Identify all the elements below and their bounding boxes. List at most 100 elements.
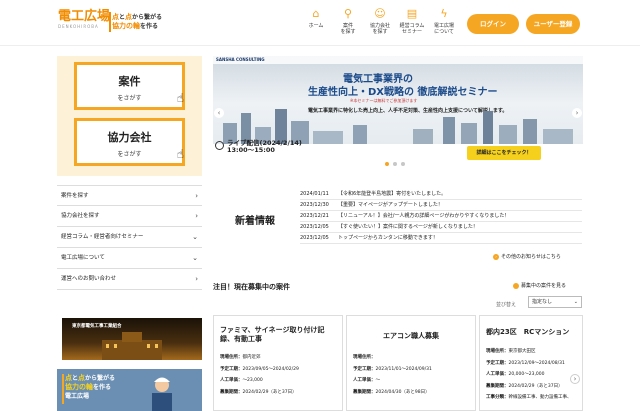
association-banner[interactable]: 東京都電気工事工業組合 — [62, 318, 202, 360]
news-item[interactable]: 2023/12/05 【すぐ使いたい！】案件に関するページが新しくなりました！ — [300, 222, 582, 233]
nav-column[interactable]: ▤ 経営コラム セミナー — [396, 8, 428, 42]
news-item[interactable]: 2023/12/05 トップページからカンタンに移動できます！ — [300, 233, 582, 244]
news-date: 2023/12/05 — [300, 224, 329, 230]
search-icon: ⚲ — [343, 7, 353, 20]
news-heading: 新着情報 — [235, 216, 275, 227]
carousel-dot[interactable] — [401, 162, 405, 166]
field-value: 2023/11/01～2024/09/31 — [375, 366, 432, 372]
recruiting-link-label: 募集中の案件を見る — [521, 283, 567, 289]
job-card[interactable]: ファミマ、サイネージ取り付け記録、有動工事 現場住所：都内近郊 予定工期：202… — [213, 315, 343, 411]
job-field: 現場住所：都内近郊 — [220, 352, 338, 364]
denko-hiroba-promo[interactable]: 点と点から繋がる 協力の輪を作る 電工広場 — [57, 369, 202, 411]
job-field: 現場住所： — [353, 352, 471, 364]
nav-about[interactable]: ϟ 電工広場 について — [428, 8, 460, 42]
carousel-dot[interactable] — [393, 162, 397, 166]
promo-text: 点と点から繋がる 協力の輪を作る 電工広場 — [65, 374, 115, 401]
carousel-prev-icon[interactable]: ‹ — [214, 108, 224, 118]
chevron-right-icon: › — [195, 192, 198, 200]
field-value: 2024/04/30（あと98日） — [375, 389, 430, 395]
menu-label: 協力会社を探す — [61, 213, 100, 219]
side-menu: 案件を探す › 協力会社を探す › 経営コラム・経営者向けセミナー ⌄ 電工広場につい… — [57, 185, 202, 290]
promo-word: 点 — [65, 374, 72, 382]
banner-title: 生産性向上・DX戦略の 徹底解説セミナー — [308, 87, 498, 98]
field-value: 都内近郊 — [242, 355, 261, 360]
carousel-next-icon[interactable]: › — [570, 374, 580, 384]
live-time: 13:00～15:00 — [227, 146, 275, 154]
field-value: 2023/12/09～2024/08/31 — [508, 360, 565, 366]
site-header: 電工広場 DENKOHIROBA 点と点から繋がる 協力の輪を作る ⌂ ホーム … — [0, 0, 640, 46]
job-card[interactable]: 都内23区 RCマンション 現場住所：東京都大田区 予定工期：2023/12/0… — [479, 315, 583, 411]
recruiting-all-link[interactable]: 募集中の案件を見る — [513, 282, 566, 289]
job-title: エアコン職人募集 — [383, 332, 439, 340]
banner-brand: SANSHA CONSULTING — [216, 57, 265, 62]
nav-label: 電工広場 について — [433, 23, 454, 35]
nav-partners[interactable]: ☺ 協力会社 を探す — [364, 8, 396, 42]
recruiting-heading: 注目！現在募集中の案件 — [213, 283, 290, 291]
chevron-right-icon: › — [195, 275, 198, 283]
field-key: 現場住所： — [486, 349, 509, 354]
menu-item-column[interactable]: 経営コラム・経営者向けセミナー ⌄ — [57, 227, 202, 248]
field-key: 人工単価： — [486, 372, 509, 377]
menu-label: 案件を探す — [61, 193, 89, 199]
seminar-banner[interactable]: SANSHA CONSULTING 電気工事業界の 生産性向上・DX戦略の 徹底… — [213, 56, 583, 174]
news-date: 2023/12/21 — [300, 213, 329, 219]
job-fields: 現場住所：都内近郊 予定工期：2023/09/05～2024/02/29 人工単… — [220, 352, 338, 398]
register-button[interactable]: ユーザー登録 — [526, 14, 580, 34]
news-text: 【令和6年能登半島地震】寄付をいたしました。 — [338, 191, 447, 197]
news-item[interactable]: 2023/12/21 【リニューアル！】会社/一人親方の詳細ページがわかりやすくな… — [300, 211, 582, 222]
promo-word: から繋がる — [85, 375, 116, 382]
promo-word: 点 — [78, 374, 86, 382]
job-field: 工事分類：幹線設備工事、動力設備工事、 — [486, 392, 578, 404]
field-value: ～ — [375, 378, 381, 383]
find-partners-card[interactable]: 協力会社 をさがす ☝ — [74, 118, 185, 166]
menu-item-partners[interactable]: 協力会社を探す › — [57, 206, 202, 227]
field-key: 現場住所： — [353, 355, 376, 360]
field-key: 募集期間： — [220, 389, 243, 395]
field-value: 2024/02/29（あと37日） — [508, 383, 563, 389]
menu-item-about[interactable]: 電工広場について ⌄ — [57, 248, 202, 269]
nav-projects[interactable]: ⚲ 案件 を探す — [332, 8, 364, 42]
chevron-down-icon: ⌄ — [192, 254, 198, 262]
nav-label: 経営コラム セミナー — [399, 23, 425, 35]
pointer-hand-icon: ☝ — [176, 147, 184, 161]
carousel-dot[interactable] — [385, 162, 389, 166]
field-key: 現場住所： — [220, 355, 243, 360]
news-item[interactable]: 2023/12/30 【重要】マイページがアップデートしました！ — [300, 200, 582, 211]
home-icon: ⌂ — [312, 7, 320, 20]
sort-select[interactable]: 指定なし ⌄ — [528, 296, 582, 308]
menu-item-contact[interactable]: 運営へのお問い合わせ › — [57, 269, 202, 290]
job-field: 人工単価：～ — [353, 375, 471, 387]
find-projects-card[interactable]: 案件 をさがす ☝ — [74, 62, 185, 110]
login-button[interactable]: ログイン — [467, 14, 519, 34]
news-more-label: その他のお知らせはこちら — [501, 254, 561, 260]
job-card[interactable]: エアコン職人募集 現場住所： 予定工期：2023/11/01～2024/09/3… — [346, 315, 476, 411]
news-date: 2023/12/30 — [300, 202, 329, 208]
field-key: 人工単価： — [220, 378, 243, 383]
menu-label: 運営へのお問い合わせ — [61, 276, 117, 282]
job-fields: 現場住所： 予定工期：2023/11/01～2024/09/31 人工単価：～ … — [353, 352, 471, 398]
promo-word: 協力の輪 — [65, 383, 93, 391]
tagline-accent-bar — [109, 12, 111, 32]
news-date: 2023/12/05 — [300, 235, 329, 241]
news-more-link[interactable]: › その他のお知らせはこちら — [493, 253, 561, 260]
nav-home[interactable]: ⌂ ホーム — [300, 8, 332, 42]
news-text: 【すぐ使いたい！】案件に関するページが新しくなりました！ — [338, 224, 478, 230]
banner-detail-button[interactable]: 詳細はここをチェック！ — [467, 146, 541, 160]
nav-label: 協力会社 を探す — [369, 23, 390, 35]
job-field: 予定工期：2023/12/09～2024/08/31 — [486, 358, 578, 370]
search-cards-panel: 案件 をさがす ☝ 協力会社 をさがす ☝ — [57, 56, 202, 176]
arrow-circle-icon: › — [493, 254, 499, 260]
carousel-next-icon[interactable]: › — [572, 108, 582, 118]
job-field: 予定工期：2023/11/01～2024/09/31 — [353, 364, 471, 376]
users-icon: ☺ — [374, 7, 386, 20]
job-field: 募集期間：2024/02/29（あと37日） — [220, 387, 338, 399]
field-key: 募集期間： — [486, 383, 509, 389]
tagline-word: を作る — [140, 23, 159, 30]
field-key: 工事分類： — [486, 395, 509, 400]
worker-illustration — [152, 377, 172, 411]
news-item[interactable]: 2024/01/11 【令和6年能登半島地震】寄付をいたしました。 — [300, 189, 582, 200]
nav-label: ホーム — [308, 23, 324, 29]
field-value: 東京都大田区 — [508, 349, 536, 354]
menu-item-projects[interactable]: 案件を探す › — [57, 185, 202, 206]
news-date: 2024/01/11 — [300, 191, 329, 197]
